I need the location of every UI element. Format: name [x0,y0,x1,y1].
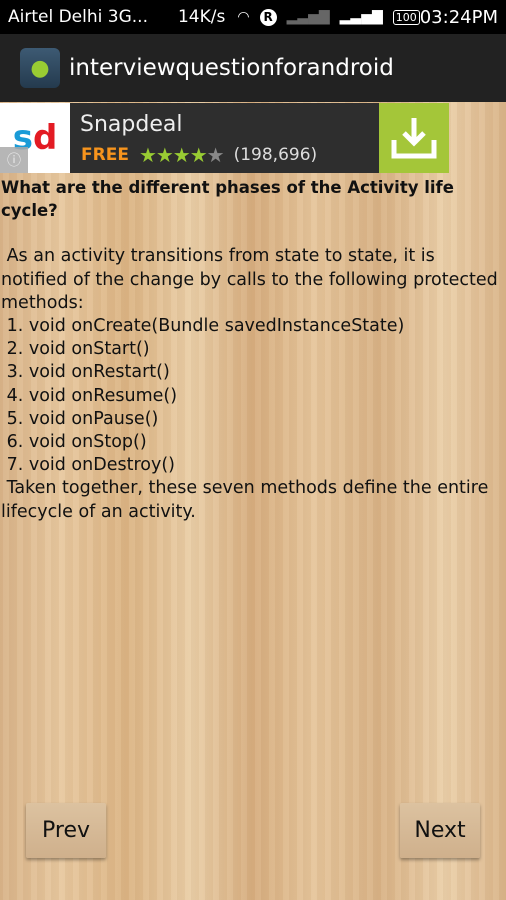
android-app-icon[interactable]: ● [20,48,60,88]
next-button[interactable]: Next [400,803,480,858]
carrier: Airtel Delhi 3G... [8,7,148,27]
clock: 03:24PM [419,6,498,28]
method-item: 5. void onPause() [1,408,159,429]
ad-price: FREE [81,145,129,165]
info-icon[interactable]: ⓘ [0,147,28,173]
wifi-icon: ◠ [237,9,250,25]
network-speed: 14K/s [177,7,226,27]
method-item: 4. void onResume() [1,385,178,406]
ad-app-name: Snapdeal [80,112,183,137]
review-count: (198,696) [233,145,318,165]
download-icon [391,118,437,159]
ad-banner[interactable]: sd ⓘ Snapdeal FREE ★★★★★ (198,696) [0,103,449,173]
method-item: 3. void onRestart() [1,362,170,383]
battery-icon: 100 [392,9,420,25]
status-bar: Airtel Delhi 3G... 14K/s ◠ R ▂▃▅▇ ▂▃▅▇ 1… [0,0,506,34]
app-title: interviewquestionforandroid [69,55,394,81]
method-item: 6. void onStop() [1,432,147,453]
method-item: 7. void onDestroy() [1,455,175,476]
rating-stars: ★★★★★ [138,143,225,167]
install-button[interactable] [379,103,449,173]
method-item: 2. void onStart() [1,339,150,360]
signal-icon: ▂▃▅▇ [339,9,383,25]
signal-weak-icon: ▂▃▅▇ [286,9,330,25]
roaming-icon: R [259,8,277,26]
answer-content: What are the different phases of the Act… [1,176,506,524]
outro-text: Taken together, these seven methods defi… [1,478,494,522]
action-bar: ● interviewquestionforandroid [0,34,506,102]
method-item: 1. void onCreate(Bundle savedInstanceSta… [1,316,405,337]
prev-button[interactable]: Prev [26,803,106,858]
intro-text: As an activity transitions from state to… [1,246,504,313]
question-title: What are the different phases of the Act… [1,178,454,221]
